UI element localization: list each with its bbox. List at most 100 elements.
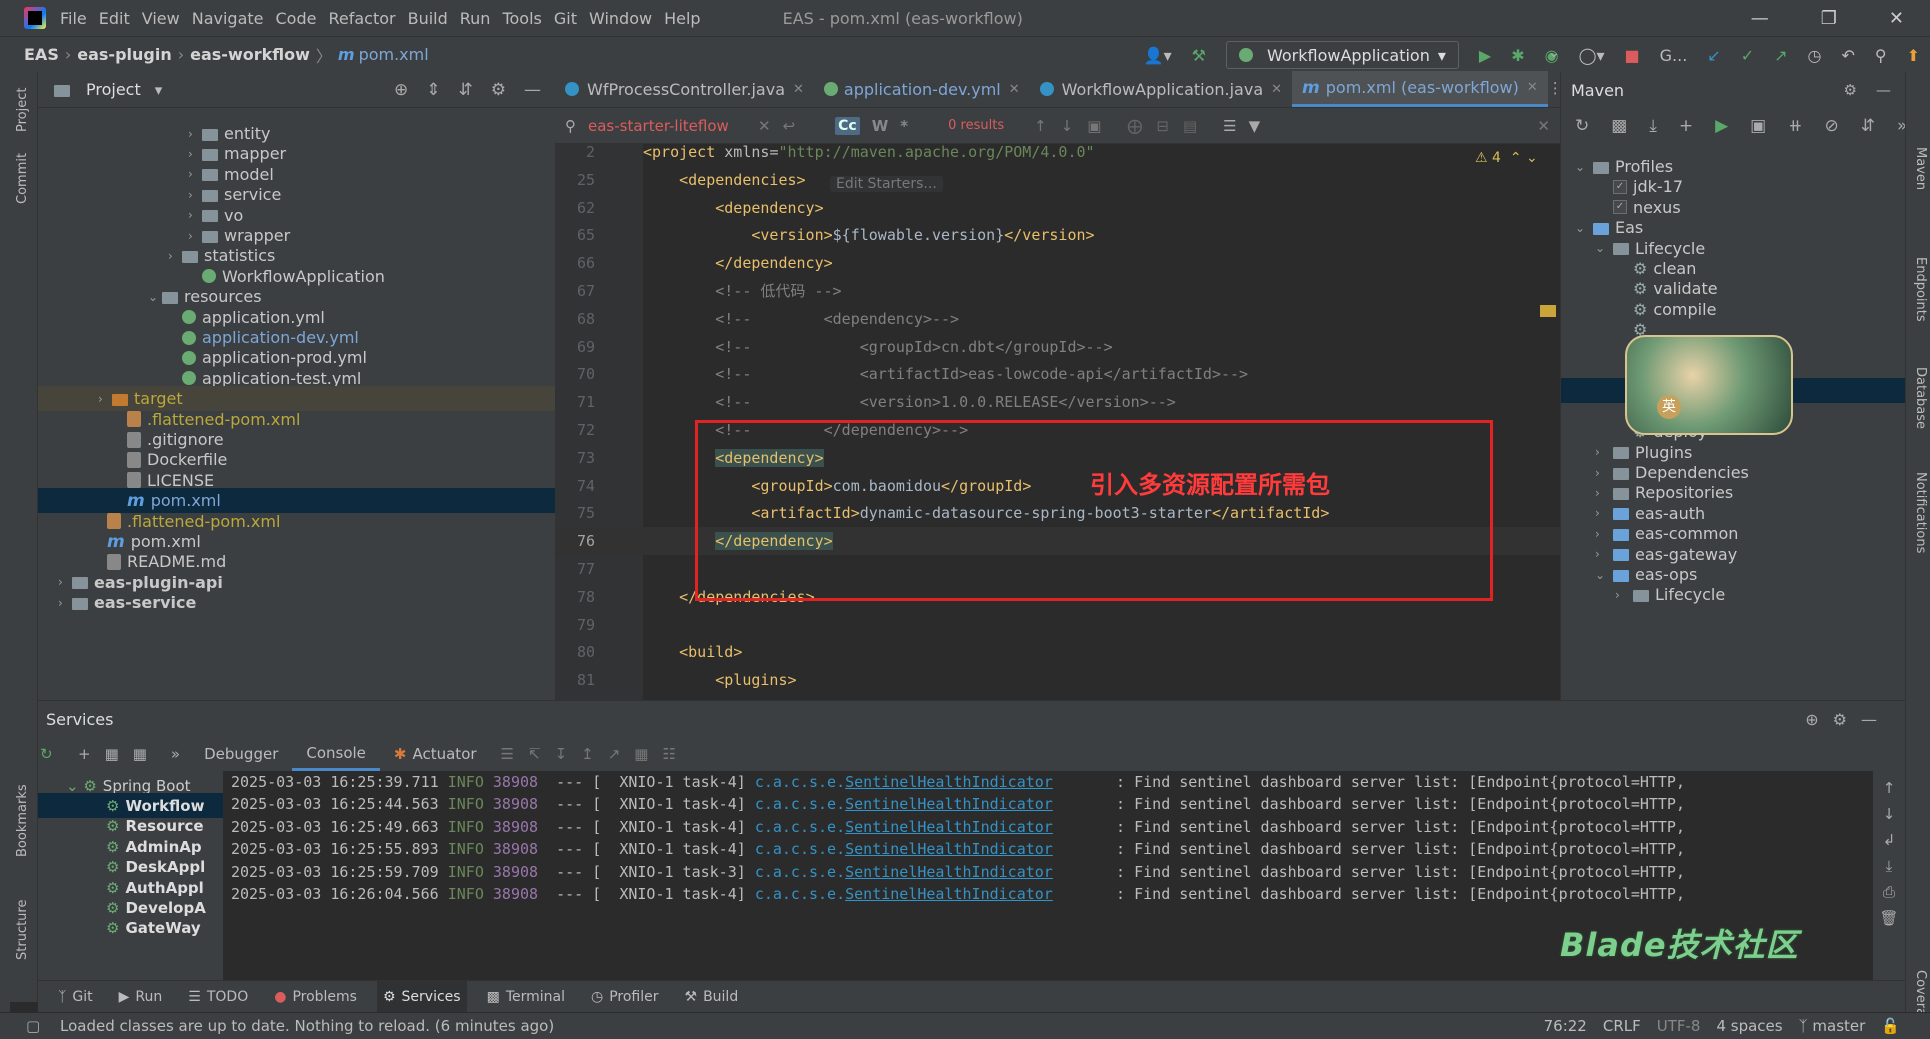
bookmarks-tool-button[interactable]: Bookmarks	[15, 784, 30, 857]
services-tool-button[interactable]: ⚙ Services	[376, 980, 467, 1013]
restore-icon[interactable]: ❐	[1821, 8, 1837, 29]
chevron-right-icon[interactable]: ›	[1595, 506, 1613, 520]
add-maven-project-icon[interactable]: ▩	[1611, 116, 1627, 136]
filter-icon[interactable]: ▼	[1249, 117, 1261, 135]
chevron-right-icon[interactable]: ›	[1595, 486, 1613, 500]
regex-toggle[interactable]: *	[900, 117, 908, 135]
collapse-all-icon[interactable]: ⇵	[459, 80, 473, 100]
chevron-right-icon[interactable]: ›	[98, 392, 112, 406]
search-everywhere-icon[interactable]: ⚲	[1875, 46, 1887, 65]
log-logger-class[interactable]: SentinelHealthIndicator	[845, 840, 1053, 858]
find-filter-icons[interactable]: ⨁⊟▤	[1127, 117, 1211, 135]
status-message[interactable]: Loaded classes are up to date. Nothing t…	[60, 1017, 554, 1035]
debug-icon[interactable]: ✱	[1511, 46, 1524, 65]
caret-position[interactable]: 76:22	[1544, 1017, 1587, 1035]
history-icon[interactable]: ◷	[1808, 46, 1822, 65]
git-branch[interactable]: ᛉ master	[1799, 1017, 1866, 1035]
close-tab-icon[interactable]: ✕	[1009, 82, 1020, 97]
tab-wfprocesscontroller[interactable]: WfProcessController.java ✕	[555, 71, 814, 107]
find-navigation-icons[interactable]: ↑↓▣	[1034, 117, 1115, 135]
close-window-icon[interactable]: ✕	[1889, 8, 1904, 29]
close-tab-icon[interactable]: ✕	[1271, 82, 1282, 97]
toggle-offline-icon[interactable]: ⧺	[1788, 116, 1802, 136]
menu-help[interactable]: Help	[664, 9, 700, 28]
tab-debugger[interactable]: Debugger	[190, 737, 292, 771]
checkbox-icon[interactable]: ✓	[1613, 200, 1627, 215]
expand-all-icon[interactable]: ⇕	[426, 80, 440, 100]
rerun-icon[interactable]: ↻	[40, 745, 70, 763]
service-item[interactable]: ⚙ GateWay	[38, 916, 223, 941]
log-logger-class[interactable]: SentinelHealthIndicator	[845, 818, 1053, 836]
chevron-right-icon[interactable]: ›	[1595, 527, 1613, 541]
menu-refactor[interactable]: Refactor	[328, 9, 395, 28]
chevron-right-icon[interactable]: ›	[188, 208, 202, 222]
log-logger-class[interactable]: SentinelHealthIndicator	[845, 795, 1053, 813]
project-tree-row[interactable]: › eas-service	[38, 590, 555, 615]
download-icon[interactable]: ⤓	[1649, 116, 1657, 136]
chevron-right-icon[interactable]: ›	[188, 147, 202, 161]
multiline-icon[interactable]: ☰	[1223, 117, 1236, 135]
checkbox-icon[interactable]: ✓	[1613, 179, 1627, 194]
chevron-down-icon[interactable]: ⌄	[1575, 221, 1593, 235]
menu-edit[interactable]: Edit	[99, 9, 130, 28]
profiler-icon[interactable]: ◯▾	[1579, 46, 1605, 65]
gear-icon[interactable]: ⚙	[491, 80, 506, 100]
tab-workflowapplication[interactable]: WorkflowApplication.java ✕	[1030, 71, 1292, 107]
stop-icon[interactable]: ■	[1625, 46, 1640, 65]
database-tool-button[interactable]: Database	[1913, 367, 1928, 429]
chevron-down-icon[interactable]: ⌄	[1595, 568, 1613, 582]
chevron-right-icon[interactable]: ›	[58, 596, 72, 610]
user-icon[interactable]: 👤▾	[1144, 46, 1172, 65]
console-side-icons[interactable]: ↑ ↓ ↲ ⤓ ⎙ 🗑	[1873, 771, 1905, 931]
more-icon[interactable]: »	[171, 745, 180, 763]
chevron-right-icon[interactable]: ›	[1595, 445, 1613, 459]
breadcrumb-pom-xml[interactable]: pom.xml	[359, 45, 429, 64]
git-push-icon[interactable]: ↗	[1774, 46, 1787, 65]
profiler-tool-button[interactable]: ◷ Profiler	[585, 981, 665, 1013]
gear-icon[interactable]: ⚙ —	[1843, 81, 1891, 99]
tab-actuator[interactable]: ✱ Actuator	[380, 737, 491, 771]
menu-navigate[interactable]: Navigate	[192, 9, 264, 28]
project-panel-title[interactable]: Project	[86, 80, 141, 99]
chevron-down-icon[interactable]: ⌄	[148, 290, 162, 304]
execute-goal-icon[interactable]: ▣	[1750, 116, 1766, 136]
indent-setting[interactable]: 4 spaces	[1716, 1017, 1782, 1035]
find-input[interactable]: eas-starter-liteflow	[588, 117, 758, 135]
services-tree-tools-icon[interactable]: +▦▦	[78, 745, 161, 763]
git-commit-icon[interactable]: ✓	[1741, 46, 1754, 65]
chevron-right-icon[interactable]: ›	[188, 229, 202, 243]
minimize-icon[interactable]: —	[1751, 8, 1769, 29]
warning-stripe-marker[interactable]	[1540, 305, 1556, 317]
chevron-right-icon[interactable]: ›	[168, 249, 182, 263]
git-update-icon[interactable]: ↙	[1707, 46, 1720, 65]
replace-toggle-icon[interactable]: ↩	[783, 117, 796, 135]
todo-tool-button[interactable]: ☰ TODO	[182, 981, 254, 1013]
run-configuration-select[interactable]: WorkflowApplication ▾	[1225, 41, 1459, 69]
menu-git[interactable]: Git	[554, 9, 577, 28]
git-label[interactable]: G...	[1660, 46, 1688, 65]
file-encoding[interactable]: UTF-8	[1657, 1017, 1701, 1035]
layout-toggle-icon[interactable]: ▢	[26, 1017, 40, 1035]
edit-starters-hint[interactable]: Edit Starters...	[830, 176, 943, 192]
whole-words-toggle[interactable]: W	[872, 117, 889, 135]
close-tab-icon[interactable]: ✕	[793, 82, 804, 97]
tab-pom-xml[interactable]: m pom.xml (eas-workflow) ✕	[1292, 71, 1548, 107]
line-separator[interactable]: CRLF	[1603, 1017, 1641, 1035]
terminal-tool-button[interactable]: ▩ Terminal	[481, 981, 571, 1013]
rollback-icon[interactable]: ↶	[1841, 46, 1854, 65]
inspection-warnings[interactable]: ⚠ 4 ⌃ ⌄	[1475, 150, 1538, 166]
notifications-tool-button[interactable]: Notifications	[1913, 472, 1928, 553]
skip-tests-icon[interactable]: ⊘	[1824, 116, 1838, 136]
chevron-down-icon[interactable]: ▾	[155, 81, 163, 99]
clear-search-icon[interactable]: ✕	[758, 117, 771, 135]
chevron-down-icon[interactable]: ⌄	[1575, 160, 1593, 174]
close-find-icon[interactable]: ✕	[1537, 117, 1550, 135]
tab-application-dev-yml[interactable]: application-dev.yml ✕	[814, 71, 1030, 107]
menu-view[interactable]: View	[142, 9, 180, 28]
match-case-toggle[interactable]: Cc	[835, 116, 860, 135]
chevron-right-icon[interactable]: ›	[188, 127, 202, 141]
build-tool-button[interactable]: ⚒ Build	[679, 981, 745, 1013]
run-icon[interactable]: ▶	[1479, 46, 1491, 65]
chevron-down-icon[interactable]: ⌄	[1595, 241, 1613, 255]
collapse-icon[interactable]: ⇵	[1861, 116, 1875, 136]
